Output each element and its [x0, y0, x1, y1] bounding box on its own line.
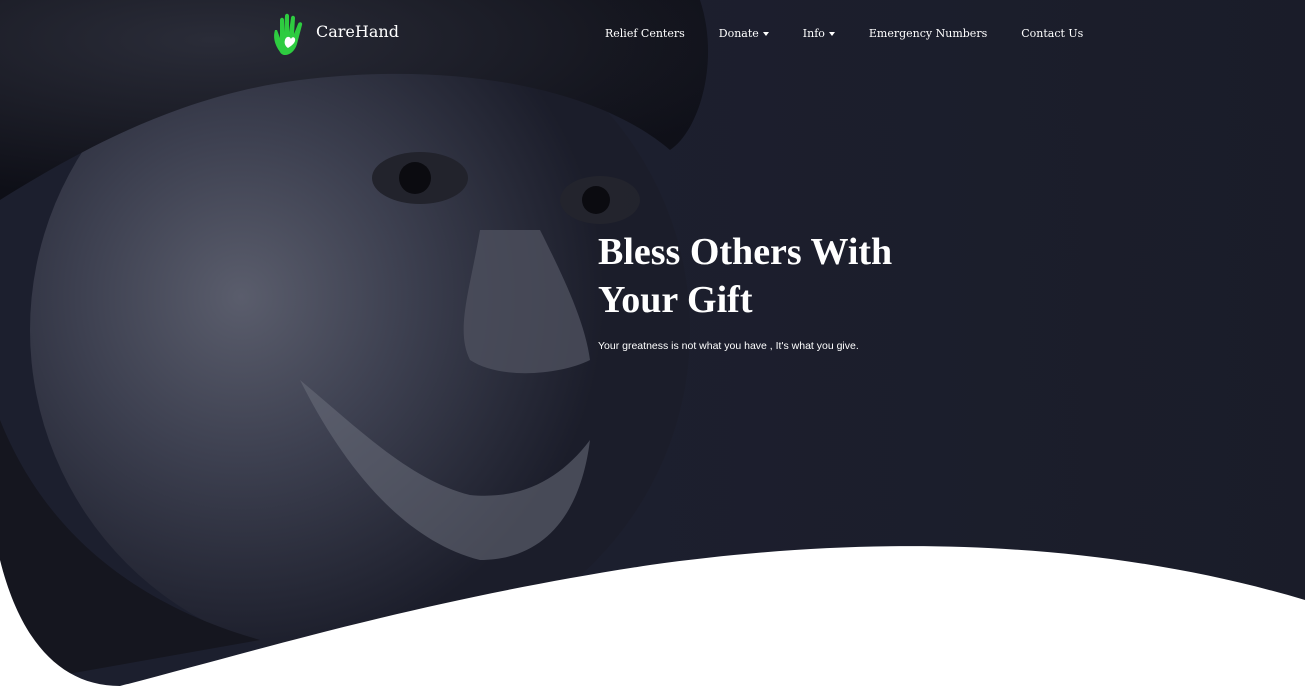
hero-title-line-2: Your Gift — [598, 279, 753, 321]
brand-name: CareHand — [316, 21, 399, 41]
nav-item-relief-centers[interactable]: Relief Centers — [605, 27, 685, 40]
nav-menu: Relief Centers Donate Info Emergency Num… — [605, 27, 1083, 40]
hand-logo-icon — [274, 13, 303, 55]
top-navbar: CareHand Relief Centers Donate Info Emer… — [0, 0, 1305, 70]
nav-item-label: Relief Centers — [605, 27, 685, 40]
hero-section: CareHand Relief Centers Donate Info Emer… — [0, 0, 1305, 686]
nav-item-label: Donate — [718, 27, 759, 40]
hero-title-line-1: Bless Others With — [598, 231, 893, 273]
nav-item-label: Info — [802, 27, 825, 40]
nav-item-contact-us[interactable]: Contact Us — [1021, 27, 1083, 40]
nav-item-label: Emergency Numbers — [868, 27, 988, 40]
caret-down-icon — [762, 31, 769, 36]
brand-link[interactable]: CareHand — [270, 12, 399, 56]
nav-item-emergency-numbers[interactable]: Emergency Numbers — [869, 27, 987, 40]
hero-title: Bless Others With Your Gift — [598, 228, 1018, 324]
nav-item-info[interactable]: Info — [803, 27, 835, 40]
caret-down-icon — [828, 31, 835, 36]
nav-item-label: Contact Us — [1021, 27, 1084, 40]
nav-item-donate[interactable]: Donate — [719, 27, 769, 40]
hero-subtitle: Your greatness is not what you have , It… — [598, 340, 859, 352]
